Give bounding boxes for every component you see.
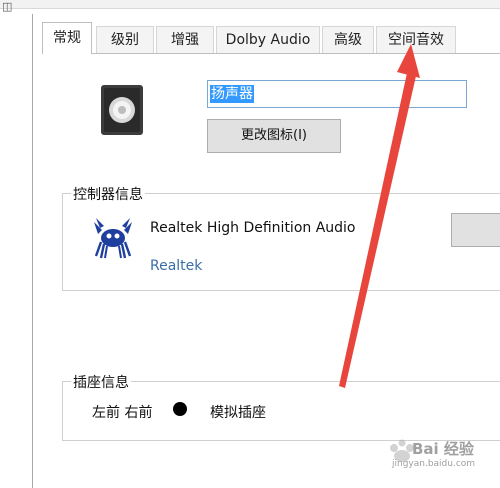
watermark-title: Bai 经验 — [412, 440, 474, 458]
controller-info-title: 控制器信息 — [71, 184, 145, 204]
tab-dolby-audio[interactable]: Dolby Audio — [216, 26, 320, 53]
window-left-border — [32, 14, 33, 488]
change-icon-button[interactable]: 更改图标(I) — [207, 119, 341, 153]
controller-properties-button[interactable] — [451, 213, 500, 247]
controller-vendor: Realtek — [150, 258, 203, 274]
device-name-value: 扬声器 — [210, 85, 254, 103]
realtek-crab-icon — [94, 218, 132, 259]
window-top-edge — [0, 0, 500, 9]
jack-color-dot — [173, 402, 187, 416]
controller-name: Realtek High Definition Audio — [150, 220, 356, 236]
device-name-input[interactable]: 扬声器 — [207, 80, 467, 108]
tab-general[interactable]: 常规 — [42, 22, 92, 54]
tab-spatial-sound[interactable]: 空间音效 — [376, 26, 456, 53]
watermark-url: jingyan.baidu.com — [392, 459, 476, 469]
tab-advanced[interactable]: 高级 — [322, 26, 374, 53]
tab-strip: 常规 级别 增强 Dolby Audio 高级 空间音效 — [42, 22, 500, 54]
jack-info-title: 插座信息 — [71, 372, 131, 392]
jack-position: 左前 右前 — [92, 405, 153, 421]
speaker-icon — [101, 85, 143, 135]
window-corner-glyph: ◫ — [2, 0, 13, 13]
tab-levels[interactable]: 级别 — [96, 26, 154, 53]
tab-enhancements[interactable]: 增强 — [156, 26, 214, 53]
sound-properties-window: ◫ 常规 级别 增强 Dolby Audio 高级 空间音效 扬声器 更改图标(… — [0, 0, 500, 488]
jack-type: 模拟插座 — [210, 405, 266, 421]
